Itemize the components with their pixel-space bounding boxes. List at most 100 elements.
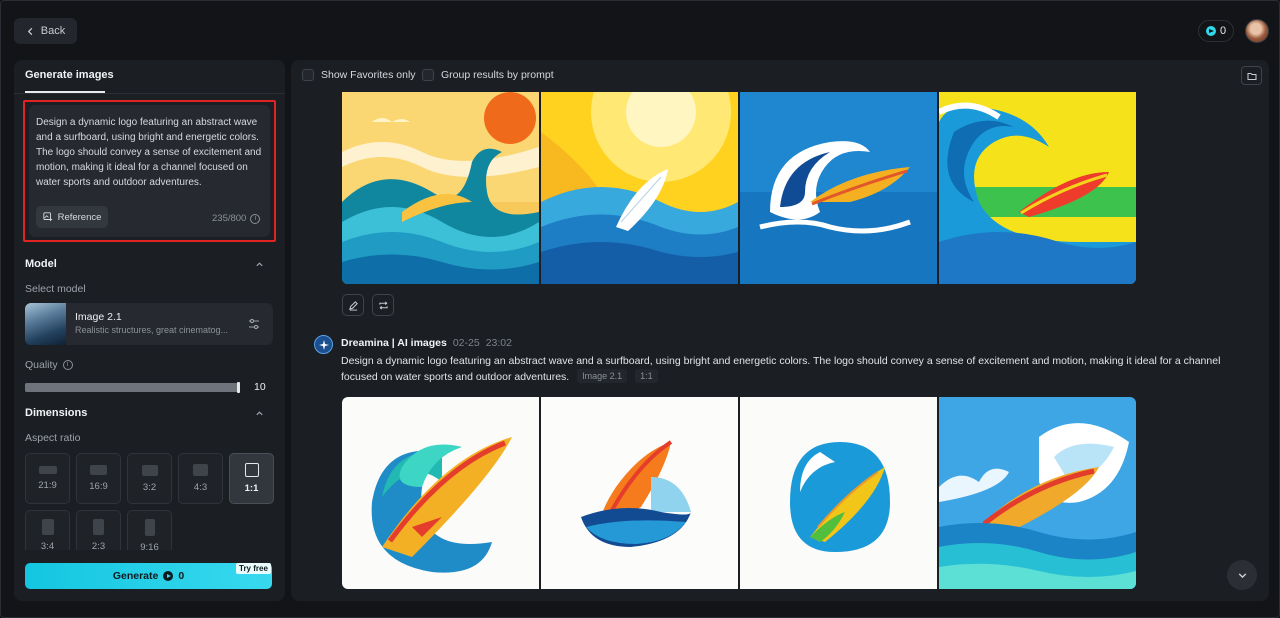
- quality-label: Quality: [25, 359, 58, 371]
- generated-image[interactable]: [939, 92, 1136, 284]
- group-results-label: Group results by prompt: [441, 69, 554, 81]
- generated-image[interactable]: [740, 397, 937, 589]
- ratio-option-selected[interactable]: 1:1: [229, 453, 274, 504]
- entry-prompt[interactable]: Design a dynamic logo featuring an abstr…: [341, 354, 1241, 385]
- dreamina-logo: [314, 335, 333, 354]
- entry-time: 23:02: [485, 337, 512, 349]
- results-panel: Show Favorites only Group results by pro…: [291, 60, 1269, 601]
- show-favorites-toggle[interactable]: Show Favorites only: [302, 69, 416, 81]
- quality-label-row: Quality i: [25, 359, 73, 371]
- chevron-down-icon: [1238, 572, 1246, 578]
- info-icon[interactable]: i: [250, 213, 261, 224]
- prompt-highlight-box: Design a dynamic logo featuring an abstr…: [23, 100, 276, 242]
- generated-image[interactable]: [939, 397, 1136, 589]
- ratio-option[interactable]: 3:2: [127, 453, 172, 504]
- credits-badge[interactable]: 0: [1198, 20, 1234, 42]
- sliders-icon[interactable]: [247, 317, 261, 331]
- entry-author: Dreamina | AI images: [341, 337, 447, 349]
- chevron-up-icon[interactable]: [255, 260, 264, 269]
- folder-icon: [1247, 72, 1256, 80]
- prompt-container: Design a dynamic logo featuring an abstr…: [29, 105, 270, 237]
- quality-slider[interactable]: [25, 382, 240, 393]
- generated-image[interactable]: [541, 92, 738, 284]
- model-selector[interactable]: Image 2.1 Realistic structures, great ci…: [25, 303, 273, 345]
- entry-prompt-text: Design a dynamic logo featuring an abstr…: [341, 355, 1221, 383]
- group-results-checkbox[interactable]: [422, 69, 434, 81]
- ratio-shape: [41, 519, 54, 535]
- app-window: Back 0 Generate images Design a dynamic …: [0, 0, 1280, 618]
- ratio-shape: [93, 519, 104, 535]
- image-crashing-wave-surfboard: [939, 397, 1136, 589]
- model-chip: Image 2.1: [577, 369, 628, 383]
- scroll-down-button[interactable]: [1227, 560, 1257, 590]
- generated-image[interactable]: [342, 92, 539, 284]
- char-counter: 235/800 i: [212, 213, 261, 224]
- credit-coin-icon: [163, 571, 174, 581]
- tab-generate-images[interactable]: Generate images: [25, 69, 114, 81]
- generate-cost: 0: [178, 570, 185, 582]
- avatar[interactable]: [1245, 19, 1269, 43]
- entry-meta: Dreamina | AI images 02-25 23:02: [341, 337, 512, 349]
- ratio-label: 16:9: [89, 481, 108, 492]
- generated-image[interactable]: [541, 397, 738, 589]
- ratio-option[interactable]: 4:3: [178, 453, 223, 504]
- char-count-text: 235/800: [212, 213, 247, 224]
- generated-image[interactable]: [342, 397, 539, 589]
- generate-button[interactable]: Generate 0: [25, 563, 272, 589]
- model-section-title: Model: [25, 258, 57, 270]
- folder-button[interactable]: [1241, 66, 1262, 85]
- divider: [14, 93, 285, 94]
- model-name: Image 2.1: [75, 311, 122, 323]
- ratio-option[interactable]: 16:9: [76, 453, 121, 504]
- ratio-shape: [90, 465, 107, 475]
- regenerate-button[interactable]: [372, 294, 394, 316]
- ratio-shape: [38, 466, 57, 474]
- generated-image[interactable]: [740, 92, 937, 284]
- chevron-up-icon[interactable]: [255, 409, 264, 418]
- quality-slider-fill: [25, 383, 240, 392]
- group-results-toggle[interactable]: Group results by prompt: [422, 69, 554, 81]
- ratio-option[interactable]: 21:9: [25, 453, 70, 504]
- entry-date: 02-25: [452, 337, 480, 349]
- generate-label: Generate: [112, 570, 159, 582]
- show-favorites-label: Show Favorites only: [321, 69, 416, 81]
- image-reference-icon: [42, 212, 52, 222]
- quality-value: 10: [254, 381, 266, 393]
- image-wave-speedboat: [740, 92, 937, 284]
- ratio-chip: 1:1: [635, 369, 658, 383]
- model-thumbnail: [25, 303, 66, 345]
- show-favorites-checkbox[interactable]: [302, 69, 314, 81]
- image-surfboard-sunburst: [541, 92, 738, 284]
- prompt-input[interactable]: Design a dynamic logo featuring an abstr…: [36, 115, 262, 193]
- reference-label: Reference: [57, 211, 102, 223]
- back-button[interactable]: Back: [14, 18, 77, 44]
- ratio-shape: [244, 463, 259, 477]
- image-splash-green-surfboard: [740, 397, 937, 589]
- try-free-badge: Try free: [236, 563, 271, 574]
- edit-button[interactable]: [342, 294, 364, 316]
- select-model-label: Select model: [25, 283, 86, 295]
- back-label: Back: [40, 25, 66, 37]
- repeat-icon: [378, 300, 388, 310]
- ratio-label: 21:9: [38, 480, 57, 491]
- ratio-shape: [144, 518, 155, 536]
- image-circle-wave-surfboard: [342, 397, 539, 589]
- reference-button[interactable]: Reference: [36, 206, 108, 228]
- model-description: Realistic structures, great cinematog...: [75, 325, 229, 335]
- chevron-left-icon: [27, 27, 33, 35]
- image-wave-orange-surfboard: [541, 397, 738, 589]
- aspect-ratio-label: Aspect ratio: [25, 432, 81, 444]
- ratio-label: 4:3: [193, 482, 208, 493]
- ratio-shape: [193, 464, 208, 476]
- ratio-shape: [141, 464, 158, 476]
- image-wave-sun-sunset: [342, 92, 539, 284]
- dimensions-section-title: Dimensions: [25, 407, 88, 419]
- pencil-icon: [348, 300, 358, 311]
- quality-slider-handle[interactable]: [237, 382, 240, 393]
- ratio-label: 3:2: [142, 481, 157, 493]
- sparkle-icon: [318, 339, 329, 350]
- ratio-label: 1:1: [244, 483, 259, 494]
- credit-coin-icon: [1205, 26, 1216, 36]
- image-barrel-wave-surfboard: [939, 92, 1136, 284]
- info-icon[interactable]: i: [62, 360, 73, 370]
